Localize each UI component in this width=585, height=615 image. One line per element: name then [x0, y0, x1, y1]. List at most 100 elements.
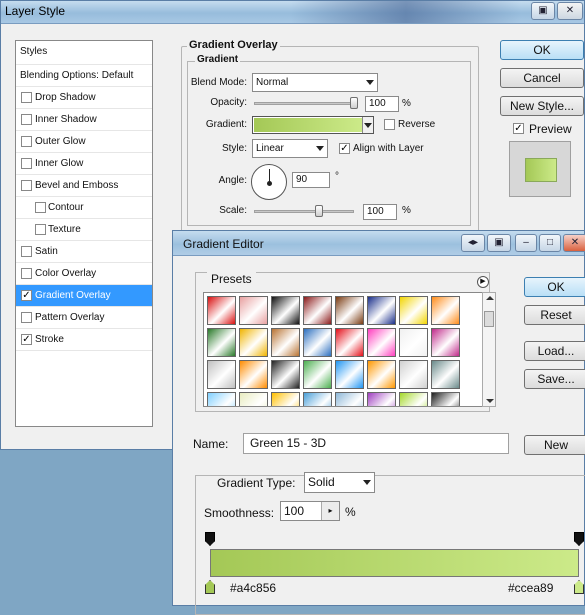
style-checkbox[interactable]	[35, 202, 46, 213]
restore-icon[interactable]: ▣	[487, 234, 511, 252]
gradient-editor-ok-button[interactable]: OK	[524, 277, 585, 297]
preset-swatch[interactable]	[271, 296, 300, 325]
scroll-thumb[interactable]	[484, 311, 494, 327]
styles-item[interactable]: Satin	[16, 241, 152, 263]
preset-swatch[interactable]	[207, 296, 236, 325]
opacity-slider[interactable]	[254, 102, 358, 105]
preset-swatch[interactable]	[303, 360, 332, 389]
preset-swatch[interactable]	[303, 296, 332, 325]
styles-item[interactable]: Color Overlay	[16, 263, 152, 285]
preset-swatch[interactable]	[239, 392, 268, 406]
preview-checkbox[interactable]: ✓	[513, 123, 524, 134]
styles-header[interactable]: Styles	[16, 41, 152, 65]
scale-slider[interactable]	[254, 210, 354, 213]
layer-style-ok-button[interactable]: OK	[500, 40, 584, 60]
preset-swatch[interactable]	[335, 328, 364, 357]
smoothness-stepper-icon[interactable]: ▸	[321, 502, 339, 520]
preset-swatch[interactable]	[207, 328, 236, 357]
scale-slider-thumb[interactable]	[314, 205, 323, 217]
preset-swatch[interactable]	[367, 392, 396, 406]
style-checkbox[interactable]	[21, 268, 32, 279]
minimize-icon[interactable]: ▣	[531, 2, 555, 20]
preset-swatch[interactable]	[367, 360, 396, 389]
blend-mode-dropdown[interactable]: Normal	[252, 73, 378, 92]
preset-swatch[interactable]	[271, 328, 300, 357]
preset-swatch[interactable]	[399, 392, 428, 406]
gradient-type-dropdown[interactable]: Solid	[304, 472, 375, 493]
styles-item[interactable]: Outer Glow	[16, 131, 152, 153]
scale-input[interactable]: 100	[363, 204, 397, 220]
preset-swatch[interactable]	[335, 392, 364, 406]
style-checkbox[interactable]: ✓	[21, 334, 32, 345]
maximize-icon[interactable]: □	[539, 234, 561, 252]
smoothness-input[interactable]: 100 ▸	[280, 501, 340, 521]
style-checkbox[interactable]	[21, 114, 32, 125]
close-icon[interactable]: ✕	[557, 2, 583, 20]
styles-item[interactable]: Pattern Overlay	[16, 307, 152, 329]
preset-swatch[interactable]	[207, 392, 236, 406]
new-gradient-button[interactable]: New	[524, 435, 585, 455]
minimize-icon[interactable]: –	[515, 234, 537, 252]
styles-item[interactable]: Contour	[16, 197, 152, 219]
opacity-input[interactable]: 100	[365, 96, 399, 112]
styles-item[interactable]: Inner Glow	[16, 153, 152, 175]
play-triangle-icon[interactable]: ▶	[477, 276, 489, 288]
gradient-swatch[interactable]	[254, 118, 362, 132]
preset-swatch[interactable]	[367, 328, 396, 357]
gradient-dropdown-button[interactable]	[362, 117, 373, 133]
layer-style-titlebar[interactable]: Layer Style ▣ ✕	[1, 1, 584, 24]
style-checkbox[interactable]	[21, 136, 32, 147]
styles-item[interactable]: ✓ Gradient Overlay	[16, 285, 152, 307]
style-checkbox[interactable]	[21, 312, 32, 323]
preset-swatch[interactable]	[367, 296, 396, 325]
preset-swatch[interactable]	[239, 360, 268, 389]
opacity-slider-thumb[interactable]	[350, 97, 358, 109]
scroll-down-icon[interactable]	[486, 399, 494, 403]
styles-item[interactable]: Drop Shadow	[16, 87, 152, 109]
gradient-editor-titlebar[interactable]: Gradient Editor ◂▸ ▣ – □ ✕	[173, 231, 585, 256]
style-checkbox[interactable]	[21, 92, 32, 103]
styles-item[interactable]: Bevel and Emboss	[16, 175, 152, 197]
style-dropdown[interactable]: Linear	[252, 139, 328, 158]
preset-swatch[interactable]	[399, 328, 428, 357]
preset-swatch[interactable]	[239, 328, 268, 357]
scroll-up-icon[interactable]	[486, 296, 494, 300]
collapse-icon[interactable]: ◂▸	[461, 234, 485, 252]
preset-swatch[interactable]	[207, 360, 236, 389]
style-checkbox[interactable]	[21, 180, 32, 191]
preset-swatch[interactable]	[431, 360, 460, 389]
align-with-layer-checkbox[interactable]: ✓	[339, 143, 350, 154]
gradient-bar[interactable]	[210, 549, 579, 577]
preset-swatch[interactable]	[399, 360, 428, 389]
preset-swatch[interactable]	[303, 392, 332, 406]
style-checkbox[interactable]	[21, 246, 32, 257]
styles-item[interactable]: Inner Shadow	[16, 109, 152, 131]
preset-swatch[interactable]	[431, 328, 460, 357]
style-checkbox[interactable]	[35, 224, 46, 235]
preset-swatch[interactable]	[303, 328, 332, 357]
style-checkbox[interactable]	[21, 158, 32, 169]
reverse-checkbox[interactable]	[384, 119, 395, 130]
angle-input[interactable]: 90	[292, 172, 330, 188]
preset-swatch[interactable]	[431, 296, 460, 325]
preset-swatch[interactable]	[271, 360, 300, 389]
angle-dial[interactable]	[251, 164, 287, 200]
reset-button[interactable]: Reset	[524, 305, 585, 325]
cancel-button[interactable]: Cancel	[500, 68, 584, 88]
presets-grid[interactable]	[203, 292, 483, 407]
gradient-picker[interactable]	[252, 116, 374, 134]
preset-swatch[interactable]	[399, 296, 428, 325]
gradient-name-input[interactable]: Green 15 - 3D	[243, 433, 509, 454]
load-button[interactable]: Load...	[524, 341, 585, 361]
preset-swatch[interactable]	[335, 360, 364, 389]
style-checkbox[interactable]: ✓	[21, 290, 32, 301]
styles-item[interactable]: Texture	[16, 219, 152, 241]
new-style-button[interactable]: New Style...	[500, 96, 584, 116]
styles-item[interactable]: Blending Options: Default	[16, 65, 152, 87]
preset-swatch[interactable]	[239, 296, 268, 325]
close-icon[interactable]: ✕	[563, 234, 585, 252]
preset-swatch[interactable]	[335, 296, 364, 325]
styles-item[interactable]: ✓ Stroke	[16, 329, 152, 351]
preset-swatch[interactable]	[431, 392, 460, 406]
presets-scrollbar[interactable]	[482, 292, 496, 407]
